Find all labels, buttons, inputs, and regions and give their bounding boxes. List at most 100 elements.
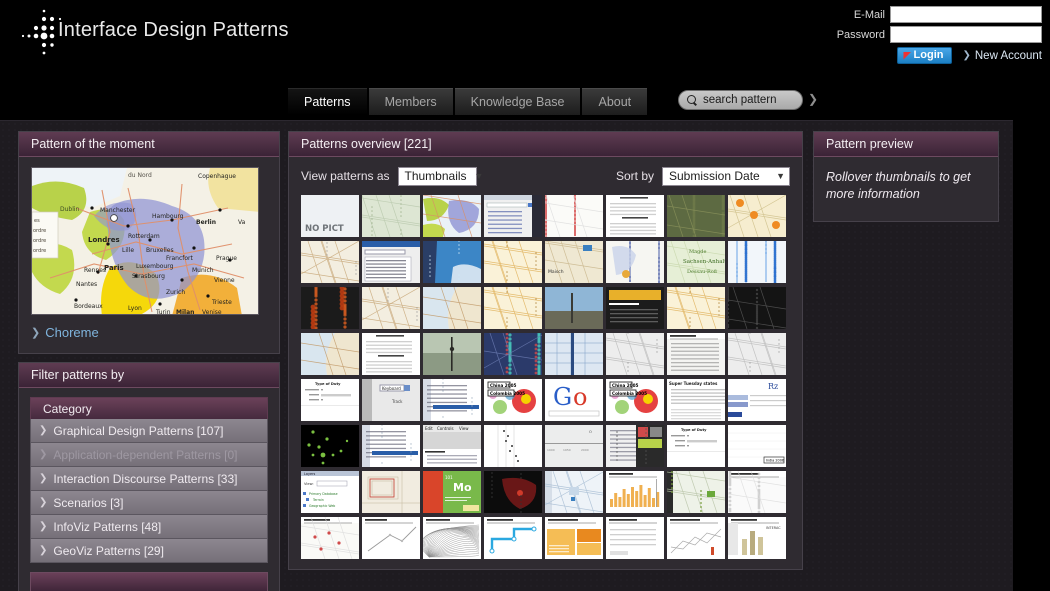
pattern-thumbnail[interactable] [667, 517, 725, 559]
pattern-thumbnail[interactable]: Maisch [545, 241, 603, 283]
pattern-thumbnail[interactable] [484, 241, 542, 283]
pattern-thumbnail[interactable] [484, 471, 542, 513]
pattern-thumbnail[interactable] [362, 517, 420, 559]
pattern-thumbnail[interactable] [484, 517, 542, 559]
pattern-thumbnail[interactable]: India 2006 [728, 425, 786, 467]
next-filter-section-header[interactable] [30, 572, 268, 591]
pattern-thumbnail[interactable]: China 2005Colombia 2005 [484, 379, 542, 421]
search-submit-chevron-icon[interactable]: ❯ [808, 92, 818, 106]
password-field[interactable] [890, 26, 1042, 43]
pattern-thumbnail[interactable] [484, 333, 542, 375]
tab-patterns[interactable]: Patterns [288, 88, 367, 115]
pattern-thumbnail[interactable] [545, 195, 603, 237]
pattern-thumbnail[interactable] [606, 241, 664, 283]
pattern-thumbnail[interactable]: INTERAC [728, 517, 786, 559]
pattern-thumbnail[interactable] [545, 333, 603, 375]
pattern-thumbnail[interactable] [423, 333, 481, 375]
pattern-thumbnail[interactable]: KeyboardTrack [362, 379, 420, 421]
sort-select-value: Submission Date [669, 169, 760, 183]
category-item-infoviz-patterns[interactable]: ❯ InfoViz Patterns [48] [30, 515, 268, 539]
search-box[interactable] [678, 90, 803, 110]
svg-text:Track: Track [391, 399, 403, 404]
tab-members[interactable]: Members [369, 88, 453, 115]
pattern-thumbnail[interactable]: EditControlsView [423, 425, 481, 467]
category-item-graphical-design-patterns[interactable]: ❯ Graphical Design Patterns [107] [30, 419, 268, 443]
patterns-overview-header: Patterns overview [221] [289, 132, 802, 157]
view-select[interactable]: Thumbnails ▼ [398, 167, 477, 186]
filter-panel-header: Filter patterns by [19, 363, 279, 388]
pattern-thumbnail[interactable]: NO PICT [301, 195, 359, 237]
pattern-thumbnail[interactable]: Super Tuesday states [667, 379, 725, 421]
pattern-thumbnail[interactable] [423, 517, 481, 559]
pattern-thumbnail[interactable] [423, 195, 481, 237]
login-block: E-Mail Password ◤ Login ❯ New Account [792, 6, 1042, 64]
pattern-thumbnail[interactable]: LayersView:Primary DatabaseTerrainGeogra… [301, 471, 359, 513]
pattern-thumbnail[interactable] [728, 471, 786, 513]
pattern-thumbnail[interactable] [301, 333, 359, 375]
sort-select[interactable]: Submission Date ▼ [662, 167, 790, 186]
pattern-thumbnail[interactable] [423, 241, 481, 283]
pattern-thumbnail[interactable] [423, 287, 481, 329]
pattern-thumbnail[interactable] [606, 471, 664, 513]
pattern-thumbnail[interactable]: Type of Duty [301, 379, 359, 421]
pattern-thumbnail[interactable] [606, 195, 664, 237]
pattern-thumbnail[interactable] [423, 379, 481, 421]
tab-about[interactable]: About [582, 88, 647, 115]
pattern-thumbnail[interactable] [362, 195, 420, 237]
pattern-thumbnail[interactable] [667, 471, 725, 513]
svg-text:Venise: Venise [202, 309, 222, 315]
pattern-thumbnail[interactable]: China 2005Colombia 2005 [606, 379, 664, 421]
pattern-thumbnail[interactable] [728, 241, 786, 283]
pattern-thumbnail[interactable] [728, 287, 786, 329]
pattern-thumbnail[interactable] [606, 425, 664, 467]
pattern-of-the-moment-link[interactable]: ❯ Choreme [31, 325, 99, 340]
email-field[interactable] [890, 6, 1042, 23]
category-item-interaction-discourse-patterns[interactable]: ❯ Interaction Discourse Patterns [33] [30, 467, 268, 491]
tab-patterns-label: Patterns [304, 95, 351, 109]
chevron-down-icon: ▼ [776, 171, 785, 181]
pattern-thumbnail[interactable] [484, 195, 542, 237]
tab-knowledge-base-label: Knowledge Base [471, 95, 565, 109]
svg-text:1950: 1950 [563, 448, 571, 452]
pattern-thumbnail[interactable] [362, 241, 420, 283]
pattern-thumbnail[interactable] [301, 287, 359, 329]
pattern-thumbnail[interactable] [545, 287, 603, 329]
pattern-thumbnail[interactable] [728, 333, 786, 375]
pattern-thumbnail[interactable]: MagdeSachsen-AnhaltDessau-Roß [667, 241, 725, 283]
svg-text:Hambourg: Hambourg [152, 213, 184, 220]
new-account-link[interactable]: ❯ New Account [962, 50, 1042, 62]
pattern-thumbnail[interactable] [667, 333, 725, 375]
pattern-thumbnail[interactable]: 190019502000O [545, 425, 603, 467]
pattern-thumbnail[interactable]: Mo101 [423, 471, 481, 513]
search-input[interactable] [703, 94, 798, 106]
pattern-thumbnail[interactable] [484, 287, 542, 329]
choreme-map-image[interactable]: esordre ordreordre du Nord Copenhague Du… [31, 167, 259, 315]
category-item-geoviz-patterns[interactable]: ❯ GeoViz Patterns [29] [30, 539, 268, 563]
svg-text:o: o [573, 383, 587, 411]
pattern-thumbnail[interactable] [362, 287, 420, 329]
pattern-thumbnail[interactable]: Go [545, 379, 603, 421]
pattern-thumbnail[interactable] [606, 333, 664, 375]
pattern-thumbnail[interactable] [667, 287, 725, 329]
pattern-thumbnail[interactable] [301, 241, 359, 283]
pattern-thumbnail[interactable] [362, 333, 420, 375]
category-item-scenarios[interactable]: ❯ Scenarios [3] [30, 491, 268, 515]
pattern-thumbnail[interactable] [545, 517, 603, 559]
pattern-thumbnail[interactable] [362, 471, 420, 513]
pattern-thumbnail[interactable] [362, 425, 420, 467]
pattern-thumbnail[interactable] [667, 195, 725, 237]
login-button[interactable]: ◤ Login [897, 47, 953, 64]
pattern-thumbnail[interactable] [606, 287, 664, 329]
tab-knowledge-base[interactable]: Knowledge Base [455, 88, 581, 115]
svg-text:ordre: ordre [33, 248, 46, 254]
pattern-thumbnail[interactable] [728, 195, 786, 237]
pattern-thumbnail[interactable]: Type of Duty [667, 425, 725, 467]
svg-text:Rz: Rz [768, 382, 778, 391]
pattern-thumbnail[interactable]: Rz [728, 379, 786, 421]
svg-text:China 2005: China 2005 [490, 383, 516, 388]
pattern-thumbnail[interactable] [545, 471, 603, 513]
pattern-thumbnail[interactable] [301, 425, 359, 467]
pattern-thumbnail[interactable] [606, 517, 664, 559]
pattern-thumbnail[interactable] [301, 517, 359, 559]
pattern-thumbnail[interactable] [484, 425, 542, 467]
